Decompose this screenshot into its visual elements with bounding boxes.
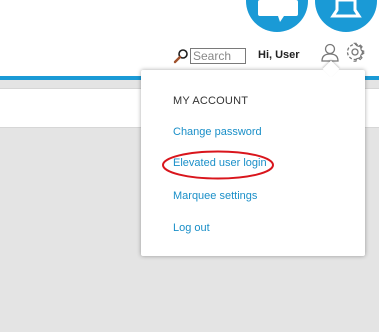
search-icon[interactable] [173, 48, 189, 64]
user-greeting: Hi, User [258, 49, 300, 61]
search-input[interactable] [190, 48, 246, 64]
chat-icon [258, 0, 298, 22]
change-password-link[interactable]: Change password [173, 126, 262, 138]
marquee-settings-link[interactable]: Marquee settings [173, 190, 257, 202]
search-box [173, 47, 246, 65]
menu-title: MY ACCOUNT [173, 95, 249, 107]
account-dropdown-menu: MY ACCOUNT Change password Elevated user… [141, 60, 365, 256]
top-header: Hi, User [0, 0, 379, 76]
chat-button[interactable] [246, 0, 308, 32]
red-ellipse-annotation [162, 150, 274, 180]
user-icon[interactable] [320, 42, 340, 62]
gear-icon[interactable] [345, 42, 365, 62]
log-out-link[interactable]: Log out [173, 222, 210, 234]
bell-icon [330, 0, 362, 18]
notifications-button[interactable] [315, 0, 377, 32]
